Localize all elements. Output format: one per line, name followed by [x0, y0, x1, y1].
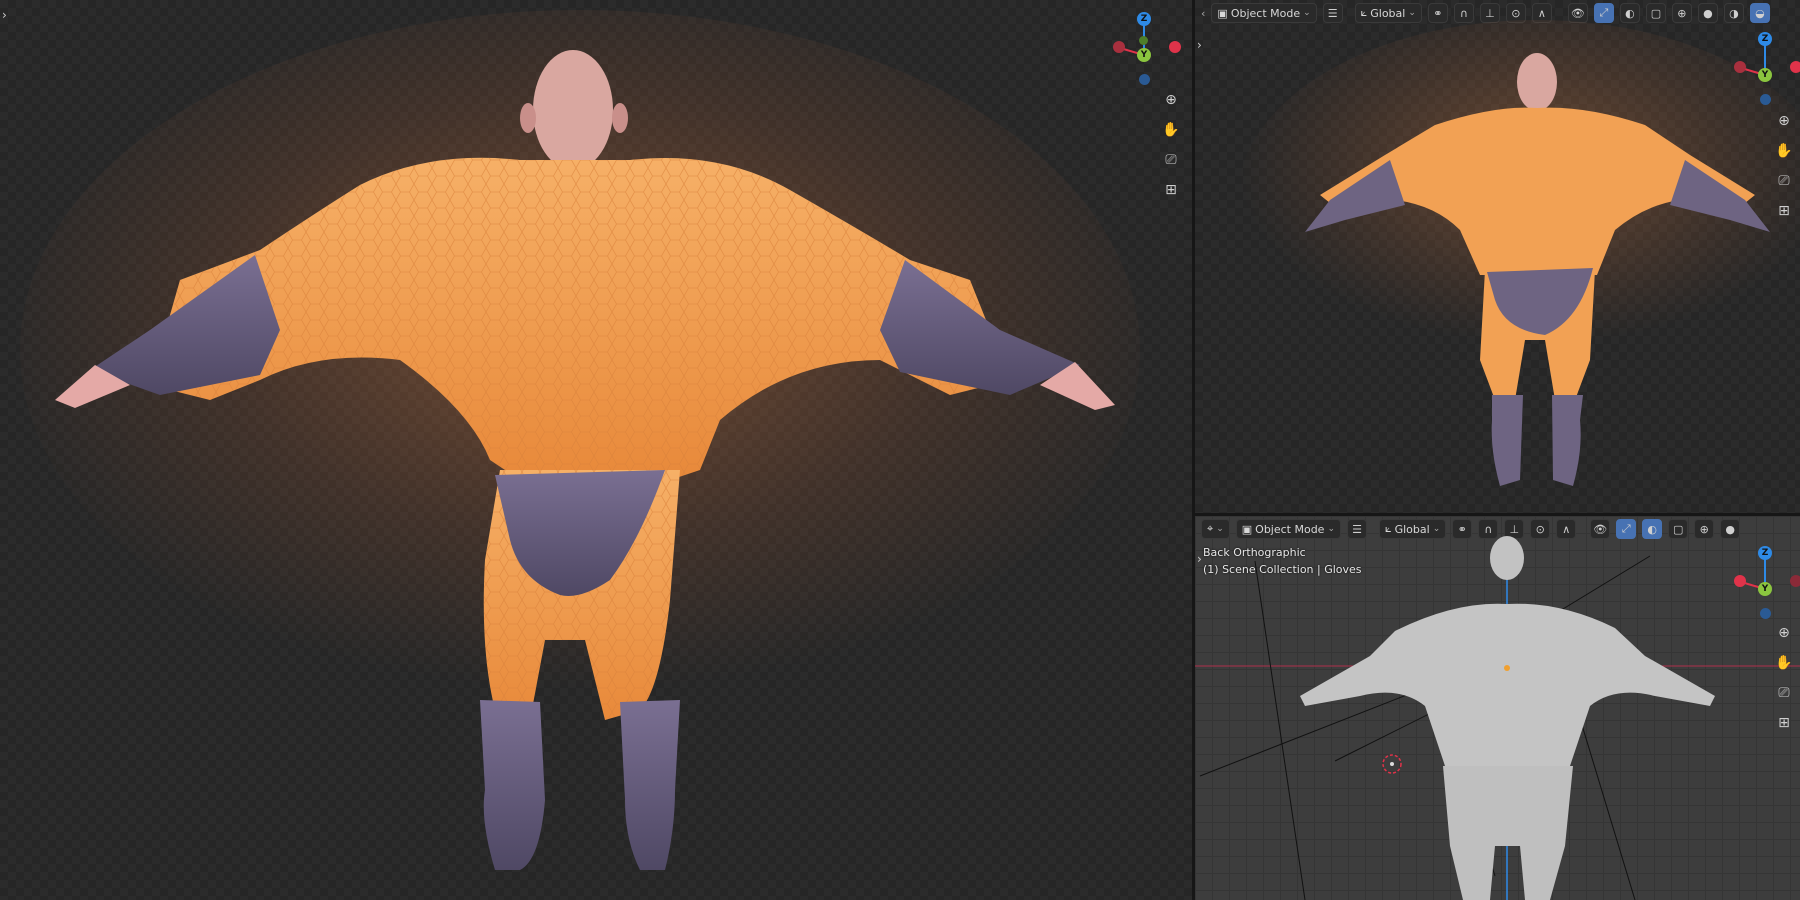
viewport-rendered-secondary[interactable]: ‹ ▣ Object Mode ⌄ ☰ ⟀ Global ⌄ ⚭ ∩ ⊥ ⊙ ∧…	[1195, 0, 1800, 513]
zoom-icon[interactable]: ⊕	[1773, 622, 1795, 644]
y-axis-handle[interactable]: Y	[1758, 582, 1772, 596]
axis-gizmo[interactable]: Z Y	[1727, 30, 1800, 105]
y-axis-handle[interactable]: Y	[1137, 48, 1151, 62]
neg-z-axis-handle[interactable]	[1760, 608, 1771, 619]
grid-icon[interactable]: ⊞	[1773, 712, 1795, 734]
navigation-controls: ⊕ ✋ ⎚ ⊞	[1773, 622, 1795, 734]
viewport-solid-ortho[interactable]: ⌖ ⌄ ▣ Object Mode ⌄ ☰ ⟀ Global ⌄ ⚭ ∩ ⊥ ⊙…	[1195, 516, 1800, 900]
axis-gizmo[interactable]: Z Y	[1727, 544, 1800, 619]
neg-z-axis-handle[interactable]	[1139, 74, 1150, 85]
hand-pan-icon[interactable]: ✋	[1773, 652, 1795, 674]
x-axis-handle[interactable]	[1734, 575, 1746, 587]
x-axis-handle[interactable]	[1790, 61, 1800, 73]
axis-gizmo[interactable]: Z Y	[1106, 10, 1181, 85]
z-axis-handle[interactable]: Z	[1758, 32, 1772, 46]
hand-pan-icon[interactable]: ✋	[1160, 119, 1182, 141]
neg-x-axis-handle[interactable]	[1734, 61, 1746, 73]
zoom-icon[interactable]: ⊕	[1160, 89, 1182, 111]
character-render-back-small	[1237, 20, 1800, 486]
neg-z-axis-handle[interactable]	[1760, 94, 1771, 105]
z-axis-handle[interactable]: Z	[1758, 546, 1772, 560]
z-axis-handle[interactable]: Z	[1137, 12, 1151, 26]
character-clay-back	[1195, 536, 1800, 900]
character-render-back	[20, 10, 1140, 870]
x-axis-handle[interactable]	[1169, 41, 1181, 53]
hand-pan-icon[interactable]: ✋	[1773, 140, 1795, 162]
camera-icon[interactable]: ⎚	[1773, 170, 1795, 192]
viewport-rendered-main[interactable]: › Z Y ⊕ ✋ ⎚ ⊞	[0, 0, 1192, 900]
grid-icon[interactable]: ⊞	[1773, 200, 1795, 222]
y-axis-handle[interactable]: Y	[1758, 68, 1772, 82]
camera-icon[interactable]: ⎚	[1160, 149, 1182, 171]
navigation-controls: ⊕ ✋ ⎚ ⊞	[1773, 110, 1795, 222]
neg-x-axis-handle[interactable]	[1790, 575, 1800, 587]
zoom-icon[interactable]: ⊕	[1773, 110, 1795, 132]
camera-icon[interactable]: ⎚	[1773, 682, 1795, 704]
grid-icon[interactable]: ⊞	[1160, 179, 1182, 201]
navigation-controls: ⊕ ✋ ⎚ ⊞	[1160, 89, 1182, 201]
neg-y-axis-handle[interactable]	[1139, 36, 1148, 45]
neg-x-axis-handle[interactable]	[1113, 41, 1125, 53]
